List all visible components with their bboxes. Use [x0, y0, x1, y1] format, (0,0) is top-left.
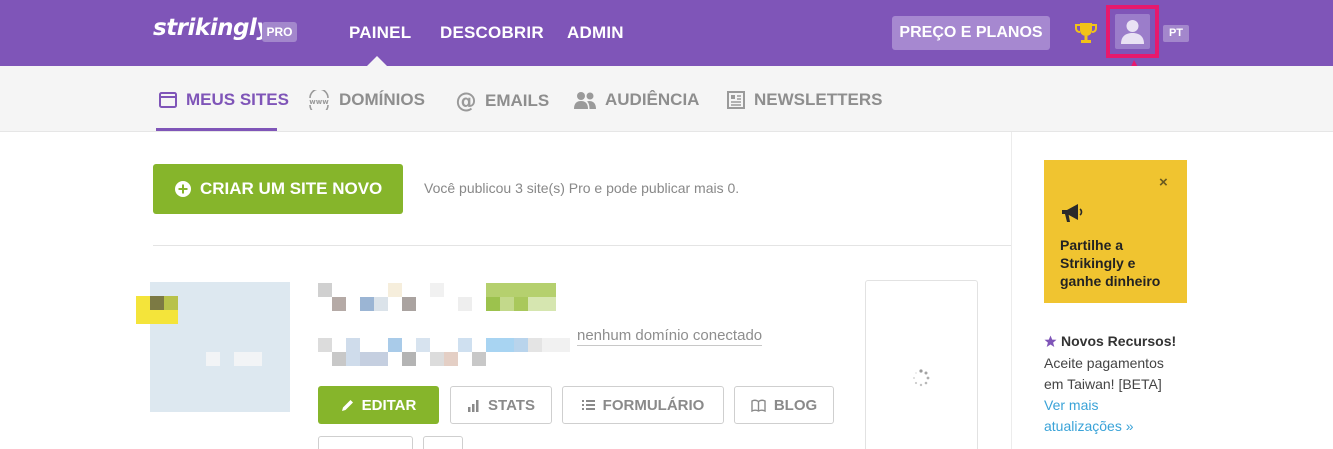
edit-label: EDITAR [361, 396, 417, 414]
blurred-site-name [360, 297, 374, 311]
news-title: Novos Recursos! [1044, 333, 1176, 349]
tab-label: AUDIÊNCIA [605, 90, 700, 109]
tab-dominios[interactable]: www DOMÍNIOS [307, 90, 425, 110]
blurred-site-name [388, 283, 402, 297]
blurred-site-name [500, 297, 514, 311]
thumbnail-pixel [150, 296, 164, 310]
blurred-site-url [416, 338, 430, 352]
brand-logo[interactable]: strikingly [153, 15, 271, 41]
blurred-site-name [458, 297, 472, 311]
news-title-text: Novos Recursos! [1061, 333, 1177, 349]
people-icon [574, 92, 596, 109]
newsletter-icon [727, 91, 745, 109]
domain-status-link[interactable]: nenhum domínio conectado [577, 327, 763, 346]
sidebar-divider [1011, 132, 1012, 449]
tab-newsletters[interactable]: NEWSLETTERS [726, 90, 882, 110]
blurred-site-url [332, 352, 346, 366]
megaphone-icon [1062, 204, 1083, 222]
tab-label: EMAILS [485, 91, 550, 110]
blurred-site-url [542, 338, 570, 352]
nav-painel[interactable]: PAINEL [349, 23, 411, 43]
pro-badge: PRO [262, 22, 297, 42]
blog-label: BLOG [773, 396, 818, 414]
blurred-site-name [374, 297, 388, 311]
more-action-button[interactable] [318, 436, 413, 449]
bar-chart-icon [468, 399, 479, 412]
book-icon [751, 399, 766, 412]
thumbnail-pixel [234, 352, 262, 366]
trophy-icon[interactable] [1075, 21, 1097, 45]
section-divider [153, 245, 1011, 246]
tab-label: NEWSLETTERS [754, 90, 883, 109]
blurred-site-url [514, 338, 528, 352]
blurred-site-url [346, 338, 360, 366]
thumbnail-pixel [164, 296, 178, 310]
blurred-site-url [430, 352, 444, 366]
referral-promo-card[interactable]: × Partilhe a Strikingly e ganhe dinheiro [1044, 160, 1187, 303]
blurred-site-url [402, 352, 416, 366]
user-icon [1121, 20, 1144, 44]
tab-emails[interactable]: @ EMAILS [455, 90, 550, 112]
sub-navbar: MEUS SITES www DOMÍNIOS @ EMAILS AUDIÊNC… [0, 66, 1333, 132]
blurred-site-url [444, 352, 458, 366]
news-body: Aceite pagamentos em Taiwan! [BETA] [1044, 355, 1164, 392]
pencil-icon [341, 399, 353, 411]
blurred-site-url [360, 352, 388, 366]
blurred-site-name [332, 297, 346, 311]
blurred-site-url [458, 338, 472, 352]
blurred-site-url [486, 338, 514, 352]
tab-meus-sites[interactable]: MEUS SITES [158, 90, 289, 110]
blurred-site-name [486, 297, 500, 311]
blurred-site-name [402, 297, 416, 311]
blurred-site-name [486, 283, 556, 297]
svg-text:@: @ [456, 90, 477, 112]
blurred-site-name [430, 283, 444, 297]
thumbnail-pixel [206, 352, 220, 366]
www-icon: www [309, 90, 329, 110]
promo-text: Partilhe a Strikingly e ganhe dinheiro [1060, 237, 1161, 289]
nav-admin[interactable]: ADMIN [567, 23, 624, 43]
plus-circle-icon [175, 181, 191, 197]
blurred-site-name [318, 283, 332, 297]
list-icon [581, 400, 595, 410]
avatar[interactable] [1115, 14, 1150, 49]
top-navbar: strikingly PRO PAINEL DESCOBRIR ADMIN PR… [0, 0, 1333, 66]
blurred-site-url [472, 352, 486, 366]
more-updates-link[interactable]: Ver mais atualizações » [1044, 395, 1164, 437]
create-site-label: CRIAR UM SITE NOVO [200, 179, 383, 198]
loading-spinner-icon [913, 369, 930, 387]
blurred-site-name [514, 297, 528, 311]
blurred-site-url [318, 338, 332, 352]
site-preview-panel [865, 280, 978, 449]
tab-audiencia[interactable]: AUDIÊNCIA [573, 90, 699, 110]
language-badge[interactable]: PT [1163, 25, 1189, 42]
close-icon[interactable]: × [1159, 174, 1168, 191]
svg-text:www: www [309, 98, 329, 106]
active-tab-underline [156, 128, 277, 131]
at-icon: @ [456, 90, 477, 112]
pricing-button[interactable]: PREÇO E PLANOS [892, 16, 1050, 50]
dropdown-toggle-button[interactable] [423, 436, 463, 449]
edit-site-button[interactable]: EDITAR [318, 386, 439, 424]
create-site-button[interactable]: CRIAR UM SITE NOVO [153, 164, 403, 214]
browser-window-icon [159, 92, 177, 108]
blurred-site-name [528, 297, 556, 311]
form-label: FORMULÁRIO [602, 396, 705, 414]
star-icon [1044, 335, 1057, 347]
active-nav-caret [367, 56, 387, 66]
publish-info-text: Você publicou 3 site(s) Pro e pode publi… [424, 180, 740, 196]
tab-label: DOMÍNIOS [339, 90, 425, 109]
stats-button[interactable]: STATS [450, 386, 552, 424]
blog-button[interactable]: BLOG [734, 386, 834, 424]
tab-label: MEUS SITES [186, 90, 289, 109]
stats-label: STATS [488, 396, 535, 414]
user-menu-button[interactable] [1106, 5, 1159, 58]
form-button[interactable]: FORMULÁRIO [562, 386, 724, 424]
blurred-site-url [528, 338, 542, 352]
blurred-site-url [388, 338, 402, 352]
nav-descobrir[interactable]: DESCOBRIR [440, 23, 544, 43]
